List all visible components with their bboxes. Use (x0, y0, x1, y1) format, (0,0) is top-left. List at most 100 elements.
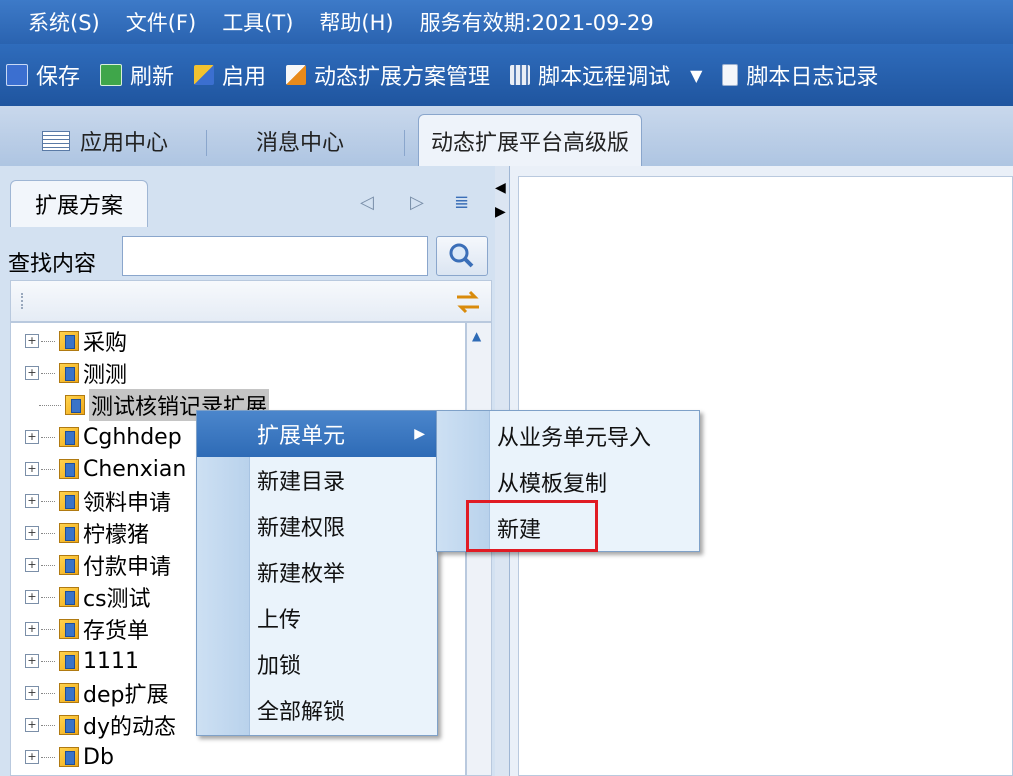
enable-button[interactable]: 启用 (194, 59, 266, 91)
enable-label: 启用 (222, 65, 267, 90)
tree-node-label: Chenxian (83, 456, 187, 482)
folder-icon (59, 427, 79, 447)
menu-help[interactable]: 帮助(H) (319, 7, 393, 37)
tab-extension-plans[interactable]: 扩展方案 (10, 180, 148, 227)
expand-icon[interactable]: + (25, 686, 39, 700)
menu-item-copy-from-template[interactable]: 从模板复制 (489, 459, 699, 505)
expand-icon[interactable]: + (25, 334, 39, 348)
tree-node-label: Cghhdep (83, 424, 182, 450)
expand-icon[interactable]: + (25, 718, 39, 732)
menu-item-upload[interactable]: 上传 (249, 595, 437, 641)
folder-icon (59, 619, 79, 639)
expand-icon[interactable]: + (25, 526, 39, 540)
expand-icon[interactable]: + (25, 558, 39, 572)
submenu-arrow-icon: ▶ (414, 426, 425, 442)
service-valid-text: 服务有效期:2021-09-29 (419, 11, 654, 35)
folder-icon (59, 683, 79, 703)
tree-node[interactable]: + Chenxian (25, 453, 186, 485)
search-label: 查找内容 (8, 252, 97, 277)
next-arrow-icon[interactable]: ▷ (410, 192, 424, 213)
expand-icon[interactable]: + (25, 430, 39, 444)
tree-node[interactable]: + 领料申请 (25, 485, 171, 517)
tree-node[interactable]: + 付款申请 (25, 549, 171, 581)
expand-right-icon[interactable]: ▶ (495, 204, 506, 220)
save-icon (6, 64, 28, 86)
tab-dynamic-platform-label: 动态扩展平台高级版 (431, 131, 630, 156)
tab-message-center[interactable]: 消息中心 (256, 118, 344, 164)
tab-dynamic-platform[interactable]: 动态扩展平台高级版 (418, 114, 643, 167)
menu-item-label: 从业务单元导入 (497, 426, 652, 451)
script-remote-debug-button[interactable]: 脚本远程调试 (510, 59, 670, 91)
tree-node-label: 采购 (83, 331, 128, 356)
menu-item-label: 加锁 (257, 654, 302, 679)
folder-icon (59, 555, 79, 575)
menu-gutter (437, 411, 490, 551)
expand-icon[interactable]: + (25, 366, 39, 380)
tree-node[interactable]: + cs测试 (25, 581, 151, 613)
tree-node[interactable]: + 存货单 (25, 613, 149, 645)
menu-item-new-directory[interactable]: 新建目录 (249, 457, 437, 503)
tree-node[interactable]: + Db (25, 741, 114, 773)
tree-toolbar (10, 280, 492, 322)
menu-file[interactable]: 文件(F) (126, 7, 196, 37)
menu-item-new[interactable]: 新建 (489, 505, 699, 551)
menu-system[interactable]: 系统(S) (28, 7, 100, 37)
tree-node[interactable]: + 1111 (25, 645, 139, 677)
tree-node-label: cs测试 (83, 587, 151, 612)
menu-item-new-enum[interactable]: 新建枚举 (249, 549, 437, 595)
search-input[interactable] (122, 236, 428, 276)
menu-item-label: 新建枚举 (257, 562, 346, 587)
tree-node-label: 1111 (83, 648, 139, 674)
menu-item-import-from-business-unit[interactable]: 从业务单元导入 (489, 413, 699, 459)
swap-icon[interactable] (453, 287, 483, 317)
main-tab-strip: 应用中心 消息中心 动态扩展平台高级版 (0, 106, 1013, 167)
toolbar: 保存 刷新 启用 动态扩展方案管理 脚本远程调试 ▼ 脚本日志记录 (0, 44, 1013, 106)
script-remote-debug-label: 脚本远程调试 (538, 65, 671, 90)
refresh-icon (100, 64, 123, 86)
folder-icon (59, 491, 79, 511)
prev-arrow-icon[interactable]: ◁ (360, 192, 374, 213)
tree-node[interactable]: + dep扩展 (25, 677, 168, 709)
edit-icon (286, 65, 307, 85)
tree-node-label: 领料申请 (83, 491, 172, 516)
tree-node[interactable]: + 采购 (25, 325, 127, 357)
ext-plan-mgmt-button[interactable]: 动态扩展方案管理 (286, 59, 490, 91)
script-log-button[interactable]: 脚本日志记录 (722, 59, 878, 91)
expand-icon[interactable]: + (25, 590, 39, 604)
expand-icon[interactable]: + (25, 654, 39, 668)
folder-icon (59, 363, 79, 383)
menu-item-lock[interactable]: 加锁 (249, 641, 437, 687)
save-button[interactable]: 保存 (6, 59, 80, 91)
expand-icon[interactable]: + (25, 462, 39, 476)
tree-node[interactable]: + 测测 (25, 357, 127, 389)
refresh-button[interactable]: 刷新 (100, 59, 174, 91)
menu-item-new-permission[interactable]: 新建权限 (249, 503, 437, 549)
app-center-icon (42, 131, 70, 151)
tree-node-label: 测测 (83, 363, 128, 388)
menu-item-unlock-all[interactable]: 全部解锁 (249, 687, 437, 733)
tab-message-center-label: 消息中心 (256, 131, 345, 156)
tab-separator (404, 130, 405, 156)
dropdown-arrow-icon[interactable]: ▼ (690, 66, 702, 85)
menu-item-label: 新建权限 (257, 516, 346, 541)
menu-item-extension-unit[interactable]: 扩展单元 ▶ (197, 411, 437, 457)
ext-plan-mgmt-label: 动态扩展方案管理 (314, 65, 491, 90)
folder-icon (65, 395, 85, 415)
tab-app-center[interactable]: 应用中心 (42, 118, 168, 164)
menu-item-label: 新建目录 (257, 470, 346, 495)
menu-bar: 系统(S) 文件(F) 工具(T) 帮助(H) 服务有效期:2021-09-29 (0, 0, 1013, 44)
search-button[interactable] (436, 236, 488, 276)
tree-node[interactable]: + Cghhdep (25, 421, 182, 453)
list-menu-icon[interactable]: ≣ (454, 192, 469, 213)
expand-icon[interactable]: + (25, 622, 39, 636)
scroll-up-icon[interactable]: ▲ (472, 329, 481, 343)
collapse-left-icon[interactable]: ◀ (495, 180, 506, 196)
expand-icon[interactable]: + (25, 494, 39, 508)
menu-tools[interactable]: 工具(T) (222, 7, 293, 37)
tree-node[interactable]: + dy的动态 (25, 709, 176, 741)
tree-node[interactable]: + 柠檬猪 (25, 517, 149, 549)
enable-icon (194, 65, 215, 85)
tree-node-label: 存货单 (83, 619, 150, 644)
folder-icon (59, 747, 79, 767)
expand-icon[interactable]: + (25, 750, 39, 764)
